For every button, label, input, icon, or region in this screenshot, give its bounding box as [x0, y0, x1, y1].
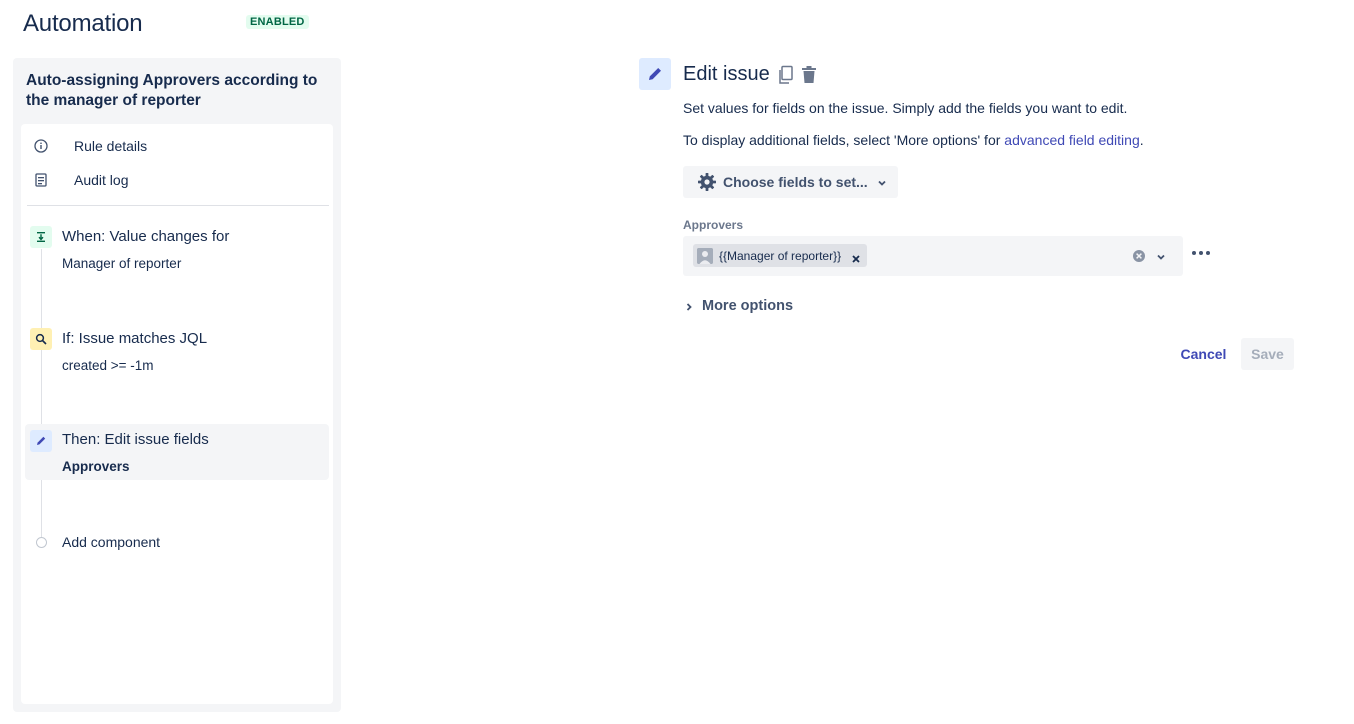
add-component-circle-icon [36, 537, 47, 548]
component-title: When: Value changes for [62, 228, 230, 245]
rule-name: Auto-assigning Approvers according to th… [26, 72, 318, 109]
nav-label: Rule details [74, 138, 148, 154]
trigger-icon [30, 226, 52, 248]
more-options-toggle[interactable]: More options [683, 298, 793, 314]
more-options-label: More options [702, 298, 794, 314]
chevron-down-icon[interactable] [1155, 250, 1167, 262]
gear-icon [697, 172, 717, 192]
nav-rule-details[interactable]: Rule details [33, 136, 147, 156]
hint-suffix: . [1139, 132, 1144, 148]
user-avatar-icon [697, 247, 713, 264]
editor-title: Edit issue [683, 63, 770, 85]
add-component-button[interactable]: Add component [62, 534, 160, 550]
info-icon [33, 138, 49, 154]
document-icon [33, 172, 49, 188]
approver-tag: {{Manager of reporter}} [693, 244, 868, 267]
more-actions-icon[interactable] [1190, 243, 1212, 263]
component-subtitle: Manager of reporter [62, 256, 182, 271]
divider [27, 205, 329, 206]
search-icon [30, 328, 52, 350]
save-button[interactable]: Save [1241, 338, 1294, 370]
remove-tag-icon[interactable] [851, 251, 861, 263]
nav-label: Audit log [74, 172, 129, 188]
rule-card: Rule details Audit log When: Value chang… [21, 124, 333, 704]
advanced-field-editing-link[interactable]: advanced field editing [1004, 132, 1139, 148]
status-badge: ENABLED [246, 15, 309, 29]
choose-fields-button[interactable]: Choose fields to set... [683, 166, 898, 198]
pencil-icon [639, 58, 671, 90]
component-subtitle: Approvers [62, 459, 130, 474]
chevron-down-icon [876, 176, 888, 188]
copy-icon[interactable] [777, 65, 795, 85]
component-trigger[interactable]: When: Value changes for Manager of repor… [25, 222, 329, 282]
nav-audit-log[interactable]: Audit log [33, 170, 128, 190]
page-title: Automation [23, 10, 143, 37]
editor-hint: To display additional fields, select 'Mo… [683, 132, 1144, 148]
choose-fields-label: Choose fields to set... [723, 174, 868, 190]
hint-text: To display additional fields, select 'Mo… [683, 132, 1005, 148]
trash-icon[interactable] [800, 65, 818, 85]
component-subtitle: created >= -1m [62, 358, 154, 373]
rule-panel: Auto-assigning Approvers according to th… [13, 58, 341, 712]
cancel-button[interactable]: Cancel [1172, 338, 1235, 370]
approver-tag-label: {{Manager of reporter}} [719, 248, 842, 263]
chevron-right-icon [683, 300, 695, 312]
editor-description: Set values for fields on the issue. Simp… [683, 100, 1128, 116]
approvers-field[interactable]: {{Manager of reporter}} [683, 236, 1183, 276]
component-condition[interactable]: If: Issue matches JQL created >= -1m [25, 323, 329, 383]
component-title: Then: Edit issue fields [62, 431, 209, 448]
component-action[interactable]: Then: Edit issue fields Approvers [25, 424, 329, 480]
timeline-line [41, 249, 42, 539]
component-title: If: Issue matches JQL [62, 330, 208, 347]
pencil-icon [30, 430, 52, 452]
approvers-field-label: Approvers [683, 218, 744, 232]
clear-icon[interactable] [1132, 249, 1146, 263]
